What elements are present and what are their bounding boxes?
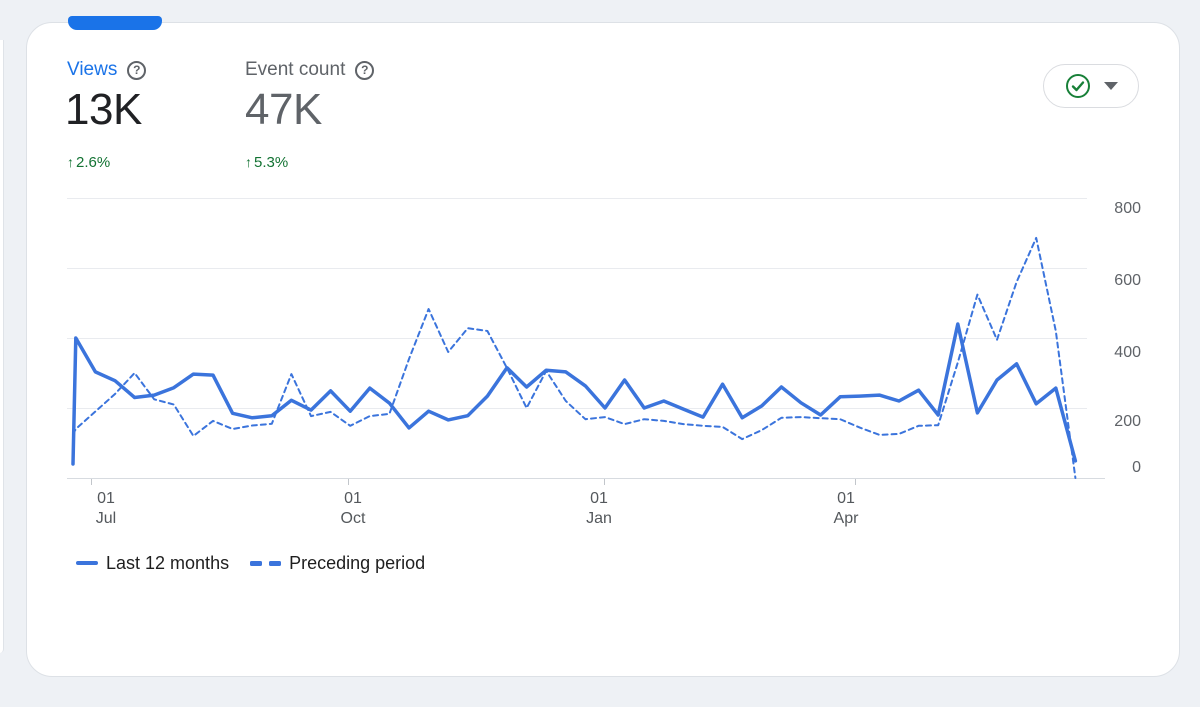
adjacent-card-edge <box>0 40 4 653</box>
event-count-label: Event count <box>245 58 345 82</box>
x-axis-label-apr: 01 Apr <box>816 489 876 529</box>
analytics-chart-card: Views ? Event count ? 13K 47K ↑ 2.6% ↑ 5… <box>26 22 1180 677</box>
views-delta-value: 2.6% <box>76 152 110 173</box>
x-axis-label-jul: 01 Jul <box>76 489 136 529</box>
arrow-up-icon: ↑ <box>245 152 252 173</box>
chart-legend: Last 12 months Preceding period <box>76 551 425 575</box>
legend-label: Preceding period <box>289 551 425 575</box>
line-chart-plot-area[interactable] <box>67 183 1113 487</box>
views-label: Views <box>67 58 117 82</box>
dashed-line-swatch-icon <box>250 561 281 566</box>
help-icon[interactable]: ? <box>127 61 146 80</box>
check-circle-icon <box>1065 73 1091 99</box>
legend-item-preceding-period: Preceding period <box>229 551 425 575</box>
y-axis-label: 800 <box>1097 201 1141 217</box>
y-axis-label: 600 <box>1097 273 1141 289</box>
solid-line-swatch-icon <box>76 561 98 565</box>
event-count-value: 47K <box>245 85 322 135</box>
views-value: 13K <box>65 85 142 135</box>
x-axis-label-jan: 01 Jan <box>569 489 629 529</box>
legend-label: Last 12 months <box>106 551 229 575</box>
y-axis-label: 200 <box>1097 414 1141 430</box>
data-quality-button[interactable] <box>1043 64 1139 108</box>
metric-views-header[interactable]: Views ? <box>67 58 146 82</box>
help-icon[interactable]: ? <box>355 61 374 80</box>
event-count-delta: ↑ 5.3% <box>245 152 288 173</box>
caret-down-icon <box>1104 82 1118 90</box>
y-axis-label: 0 <box>1097 460 1141 476</box>
active-tab-indicator <box>68 16 162 30</box>
arrow-up-icon: ↑ <box>67 152 74 173</box>
y-axis-label: 400 <box>1097 345 1141 361</box>
legend-item-last-12-months: Last 12 months <box>76 551 229 575</box>
event-count-delta-value: 5.3% <box>254 152 288 173</box>
views-delta: ↑ 2.6% <box>67 152 110 173</box>
metric-event-count-header[interactable]: Event count ? <box>245 58 374 82</box>
series-last-12-months <box>73 324 1075 464</box>
x-axis-label-oct: 01 Oct <box>323 489 383 529</box>
series-preceding-period <box>73 238 1075 478</box>
